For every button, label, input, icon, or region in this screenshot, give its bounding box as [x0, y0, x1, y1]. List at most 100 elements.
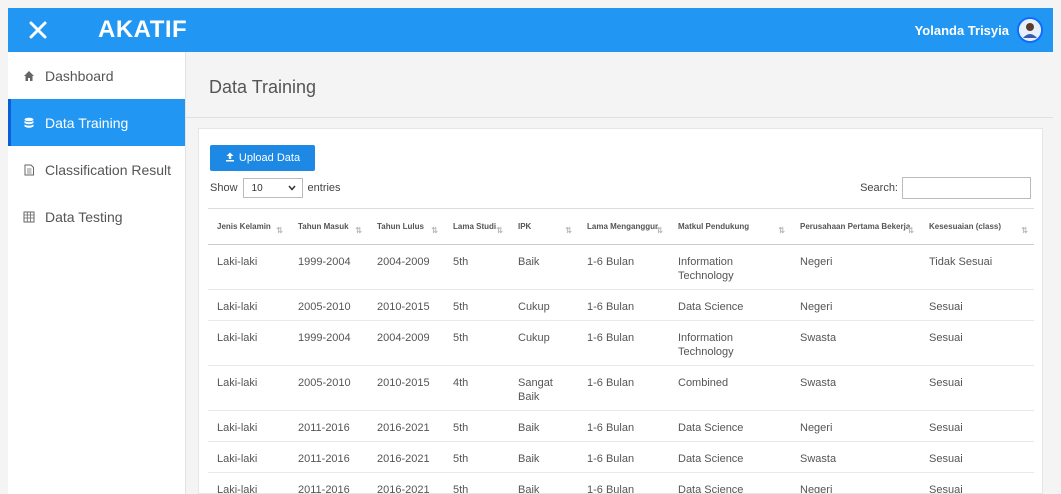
column-header-lama-studi[interactable]: Lama Studi ⇅ [444, 208, 509, 245]
search-input[interactable] [902, 177, 1031, 199]
table-icon [21, 211, 37, 223]
table-cell: 2010-2015 [368, 289, 444, 321]
table-cell: Baik [509, 441, 578, 473]
column-header-tahun-masuk[interactable]: Tahun Masuk ⇅ [289, 208, 368, 245]
table-cell: Sesuai [920, 472, 1034, 493]
column-header-perusahaan-pertama[interactable]: Perusahaan Pertama Bekerja ⇅ [791, 208, 920, 245]
table-cell: 4th [444, 365, 509, 411]
show-label: Show [210, 182, 238, 194]
table-cell: 2005-2010 [289, 365, 368, 411]
table-row: Laki-laki 2005-2010 2010-2015 4th Sangat… [208, 365, 1034, 411]
table-cell: 5th [444, 441, 509, 473]
table-cell: 1999-2004 [289, 320, 368, 366]
table-row: Laki-laki 1999-2004 2004-2009 5th Baik 1… [208, 244, 1034, 290]
upload-data-button[interactable]: Upload Data [210, 145, 315, 171]
document-icon [21, 164, 37, 176]
table-cell: Laki-laki [208, 472, 289, 493]
table-cell: Sesuai [920, 410, 1034, 442]
database-icon [21, 117, 37, 129]
table-cell: Data Science [669, 472, 791, 493]
user-menu[interactable]: Yolanda Trisyia [915, 17, 1043, 43]
table-cell: Laki-laki [208, 410, 289, 442]
table-cell: 1-6 Bulan [578, 410, 669, 442]
entries-label: entries [307, 182, 341, 194]
table-row: Laki-laki 2011-2016 2016-2021 5th Baik 1… [208, 441, 1034, 473]
table-cell: Swasta [791, 365, 920, 411]
table-cell: Sangat Baik [509, 365, 578, 411]
sidebar-item-classification-result[interactable]: Classification Result [8, 146, 185, 193]
sidebar-item-label: Data Training [45, 114, 129, 131]
table-row: Laki-laki 1999-2004 2004-2009 5th Cukup … [208, 320, 1034, 366]
close-icon [29, 21, 47, 39]
table-row: Laki-laki 2005-2010 2010-2015 5th Cukup … [208, 289, 1034, 321]
table-cell: Data Science [669, 441, 791, 473]
data-training-table: Jenis Kelamin ⇅ Tahun Masuk ⇅ Tahun Lulus ⇅… [208, 208, 1034, 493]
column-header-ipk[interactable]: IPK ⇅ [509, 208, 578, 245]
sidebar-item-data-training[interactable]: Data Training [8, 99, 185, 146]
sidebar-item-dashboard[interactable]: Dashboard [8, 52, 185, 99]
table-cell: Laki-laki [208, 289, 289, 321]
table-cell: 2011-2016 [289, 410, 368, 442]
table-cell: Laki-laki [208, 244, 289, 290]
home-icon [21, 70, 37, 82]
table-cell: Baik [509, 472, 578, 493]
table-cell: 5th [444, 289, 509, 321]
chevron-down-icon [287, 185, 296, 191]
page-title: Data Training [209, 77, 317, 97]
table-cell: Laki-laki [208, 441, 289, 473]
table-cell: 5th [444, 244, 509, 290]
sort-icon: ⇅ [907, 226, 914, 235]
table-cell: 2010-2015 [368, 365, 444, 411]
close-sidebar-button[interactable] [8, 8, 68, 52]
page-header: Data Training [186, 52, 1053, 118]
table-header-row: Jenis Kelamin ⇅ Tahun Masuk ⇅ Tahun Lulus ⇅… [208, 208, 1034, 245]
sidebar: Dashboard Data Training Classification R… [8, 52, 186, 494]
sort-icon: ⇅ [431, 226, 438, 235]
table-cell: 1-6 Bulan [578, 244, 669, 290]
table-cell: 5th [444, 320, 509, 366]
table-cell: Negeri [791, 244, 920, 290]
table-cell: Negeri [791, 410, 920, 442]
sort-icon: ⇅ [565, 226, 572, 235]
upload-icon [225, 152, 235, 165]
table-cell: Laki-laki [208, 320, 289, 366]
table-cell: Combined [669, 365, 791, 411]
table-row: Laki-laki 2011-2016 2016-2021 5th Baik 1… [208, 472, 1034, 493]
user-name: Yolanda Trisyia [914, 22, 1009, 38]
table-cell: 2011-2016 [289, 472, 368, 493]
sort-icon: ⇅ [355, 226, 362, 235]
table-cell: 2005-2010 [289, 289, 368, 321]
avatar[interactable] [1017, 17, 1043, 43]
table-cell: 2004-2009 [368, 320, 444, 366]
table-cell: Tidak Sesuai [920, 244, 1034, 290]
table-cell: Cukup [509, 289, 578, 321]
table-cell: Baik [509, 410, 578, 442]
table-cell: Information Technology [669, 320, 791, 366]
entries-select[interactable]: 10 [242, 178, 303, 198]
table-cell: 1-6 Bulan [578, 472, 669, 493]
sort-icon: ⇅ [778, 226, 785, 235]
table-cell: 1-6 Bulan [578, 289, 669, 321]
table-cell: 1999-2004 [289, 244, 368, 290]
table-cell: Negeri [791, 472, 920, 493]
table-cell: Baik [509, 244, 578, 290]
upload-data-label: Upload Data [238, 152, 301, 164]
table-cell: 5th [444, 472, 509, 493]
sort-icon: ⇅ [496, 226, 503, 235]
sidebar-item-label: Classification Result [45, 161, 172, 178]
table-cell: 1-6 Bulan [578, 365, 669, 411]
table-cell: 2016-2021 [368, 472, 444, 493]
table-cell: Data Science [669, 410, 791, 442]
column-header-jenis-kelamin[interactable]: Jenis Kelamin ⇅ [208, 208, 289, 245]
column-header-matkul-pendukung[interactable]: Matkul Pendukung ⇅ [669, 208, 791, 245]
table-cell: Sesuai [920, 441, 1034, 473]
user-avatar-icon [1019, 19, 1041, 41]
column-header-lama-menganggur[interactable]: Lama Menganggur ⇅ [578, 208, 669, 245]
sidebar-item-data-testing[interactable]: Data Testing [8, 193, 185, 240]
column-header-kesesuaian[interactable]: Kesesuaian (class) ⇅ [920, 208, 1034, 245]
table-cell: Sesuai [920, 320, 1034, 366]
search-label: Search: [860, 182, 898, 194]
table-cell: Sesuai [920, 365, 1034, 411]
table-cell: 2011-2016 [289, 441, 368, 473]
column-header-tahun-lulus[interactable]: Tahun Lulus ⇅ [368, 208, 444, 245]
